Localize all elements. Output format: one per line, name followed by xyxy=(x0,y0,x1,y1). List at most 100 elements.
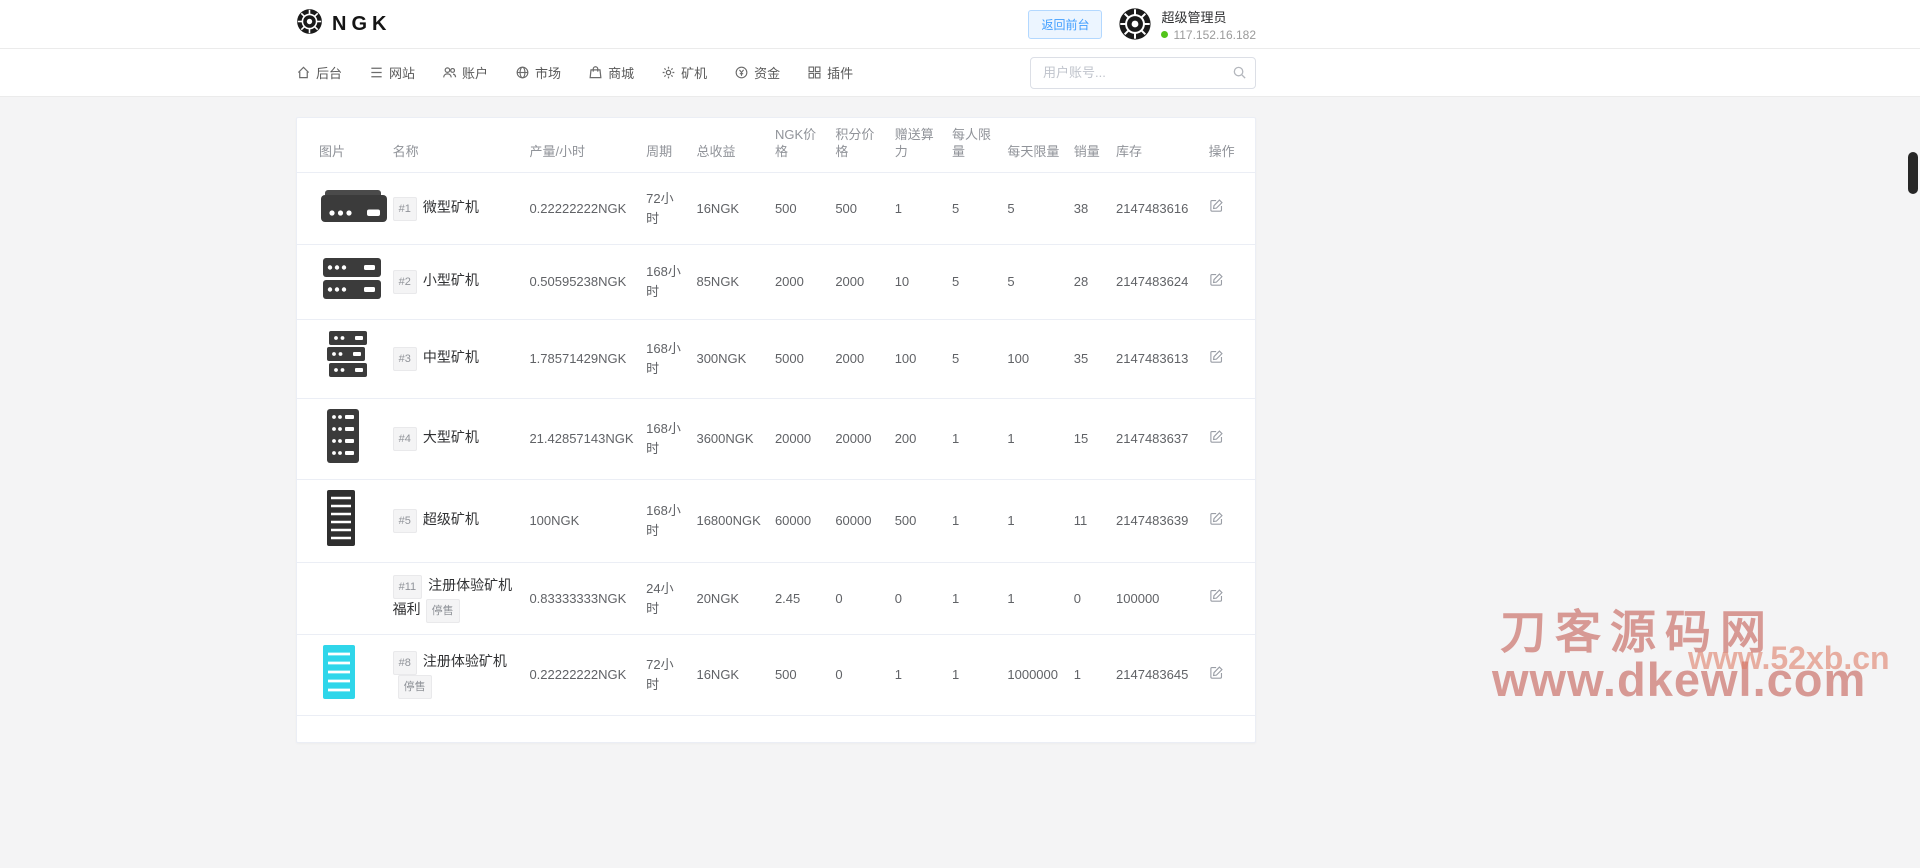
cell-gift-hashrate: 200 xyxy=(895,399,952,480)
cell-points-price: 0 xyxy=(835,563,894,635)
table-row: #1微型矿机0.22222222NGK72小时16NGK500500155382… xyxy=(297,173,1255,245)
admin-ip: 117.152.16.182 xyxy=(1173,28,1256,42)
cell-per-person-limit: 1 xyxy=(952,399,1007,480)
cell-sales: 38 xyxy=(1074,173,1116,245)
stop-sale-badge: 停售 xyxy=(426,599,460,623)
cell-image xyxy=(297,320,393,399)
cell-stock: 2147483637 xyxy=(1116,399,1209,480)
cell-output-per-hour: 0.22222222NGK xyxy=(529,173,646,245)
nav-item-dashboard[interactable]: 后台 xyxy=(296,63,342,82)
cell-name: #8注册体验矿机停售 xyxy=(393,635,530,716)
cell-operation xyxy=(1209,399,1255,480)
col-header-per-day-limit: 每天限量 xyxy=(1007,118,1073,173)
table-row: #11注册体验矿机福利停售0.83333333NGK24小时20NGK2.450… xyxy=(297,563,1255,635)
nav-item-plugin[interactable]: 插件 xyxy=(807,63,853,82)
cell-image xyxy=(297,245,393,320)
col-header-stock: 库存 xyxy=(1116,118,1209,173)
nav-item-account[interactable]: 账户 xyxy=(442,63,488,82)
cell-total-revenue: 20NGK xyxy=(696,563,774,635)
cell-ngk-price: 500 xyxy=(775,173,835,245)
nav-item-label: 资金 xyxy=(754,63,780,82)
miner-table-body: #1微型矿机0.22222222NGK72小时16NGK500500155382… xyxy=(297,173,1255,716)
cell-image xyxy=(297,399,393,480)
cell-operation xyxy=(1209,563,1255,635)
miner-medium-icon xyxy=(319,328,375,384)
nav-item-mall[interactable]: 商城 xyxy=(588,63,634,82)
cell-output-per-hour: 0.83333333NGK xyxy=(529,563,646,635)
miner-name: 大型矿机 xyxy=(423,429,479,445)
cell-gift-hashrate: 500 xyxy=(895,480,952,563)
cell-points-price: 60000 xyxy=(835,480,894,563)
back-to-frontend-button[interactable]: 返回前台 xyxy=(1028,10,1102,39)
miner-id-badge: #8 xyxy=(393,651,417,675)
cell-total-revenue: 3600NGK xyxy=(696,399,774,480)
cell-stock: 2147483639 xyxy=(1116,480,1209,563)
col-header-points-price: 积分价格 xyxy=(835,118,894,173)
col-header-gift-hashrate: 赠送算力 xyxy=(895,118,952,173)
col-header-sales: 销量 xyxy=(1074,118,1116,173)
cell-cycle: 168小时 xyxy=(646,480,696,563)
table-row: #8注册体验矿机停售0.22222222NGK72小时16NGK50001110… xyxy=(297,635,1255,716)
cell-operation xyxy=(1209,320,1255,399)
nav-item-label: 账户 xyxy=(462,63,488,82)
cell-stock: 2147483616 xyxy=(1116,173,1209,245)
shop-bag-icon xyxy=(588,65,603,80)
cell-cycle: 72小时 xyxy=(646,173,696,245)
nav-item-website[interactable]: 网站 xyxy=(369,63,415,82)
cell-operation xyxy=(1209,480,1255,563)
edit-icon[interactable] xyxy=(1209,272,1224,287)
cell-sales: 1 xyxy=(1074,635,1116,716)
edit-icon[interactable] xyxy=(1209,511,1224,526)
cell-per-person-limit: 5 xyxy=(952,320,1007,399)
cell-cycle: 168小时 xyxy=(646,399,696,480)
edit-icon[interactable] xyxy=(1209,588,1224,603)
nav-item-label: 商城 xyxy=(608,63,634,82)
table-row: #2小型矿机0.50595238NGK168小时85NGK20002000105… xyxy=(297,245,1255,320)
cell-per-day-limit: 1000000 xyxy=(1007,635,1073,716)
funds-icon xyxy=(734,65,749,80)
cell-per-person-limit: 1 xyxy=(952,480,1007,563)
nav-item-miner[interactable]: 矿机 xyxy=(661,63,707,82)
scrollbar-track[interactable] xyxy=(1906,0,1920,868)
edit-icon[interactable] xyxy=(1209,198,1224,213)
cell-points-price: 20000 xyxy=(835,399,894,480)
miner-table: 图片 名称 产量/小时 周期 总收益 NGK价格 积分价格 赠送算力 每人限量 … xyxy=(297,118,1255,716)
cell-image xyxy=(297,635,393,716)
cell-ngk-price: 500 xyxy=(775,635,835,716)
cell-per-person-limit: 1 xyxy=(952,563,1007,635)
miner-micro-icon xyxy=(319,182,391,230)
edit-icon[interactable] xyxy=(1209,665,1224,680)
cell-sales: 11 xyxy=(1074,480,1116,563)
avatar xyxy=(1118,7,1152,41)
nav-item-market[interactable]: 市场 xyxy=(515,63,561,82)
cell-stock: 2147483645 xyxy=(1116,635,1209,716)
nav-item-funds[interactable]: 资金 xyxy=(734,63,780,82)
nav-item-label: 市场 xyxy=(535,63,561,82)
edit-icon[interactable] xyxy=(1209,349,1224,364)
scrollbar-thumb[interactable] xyxy=(1908,152,1918,194)
cell-per-day-limit: 5 xyxy=(1007,245,1073,320)
miner-gear-icon xyxy=(661,65,676,80)
cell-output-per-hour: 0.50595238NGK xyxy=(529,245,646,320)
cell-sales: 0 xyxy=(1074,563,1116,635)
cell-sales: 15 xyxy=(1074,399,1116,480)
col-header-output: 产量/小时 xyxy=(529,118,646,173)
cell-total-revenue: 300NGK xyxy=(696,320,774,399)
cell-per-day-limit: 100 xyxy=(1007,320,1073,399)
admin-info[interactable]: 超级管理员 117.152.16.182 xyxy=(1118,7,1256,42)
col-header-cycle: 周期 xyxy=(646,118,696,173)
cell-sales: 28 xyxy=(1074,245,1116,320)
cell-image xyxy=(297,173,393,245)
search-icon[interactable] xyxy=(1232,65,1247,85)
cell-ngk-price: 20000 xyxy=(775,399,835,480)
cell-gift-hashrate: 1 xyxy=(895,635,952,716)
globe-icon xyxy=(515,65,530,80)
admin-name: 超级管理员 xyxy=(1161,7,1256,26)
cell-name: #11注册体验矿机福利停售 xyxy=(393,563,530,635)
nav-item-label: 插件 xyxy=(827,63,853,82)
edit-icon[interactable] xyxy=(1209,429,1224,444)
cell-gift-hashrate: 0 xyxy=(895,563,952,635)
col-header-ngk-price: NGK价格 xyxy=(775,118,835,173)
search-input[interactable] xyxy=(1030,57,1256,89)
cell-total-revenue: 85NGK xyxy=(696,245,774,320)
